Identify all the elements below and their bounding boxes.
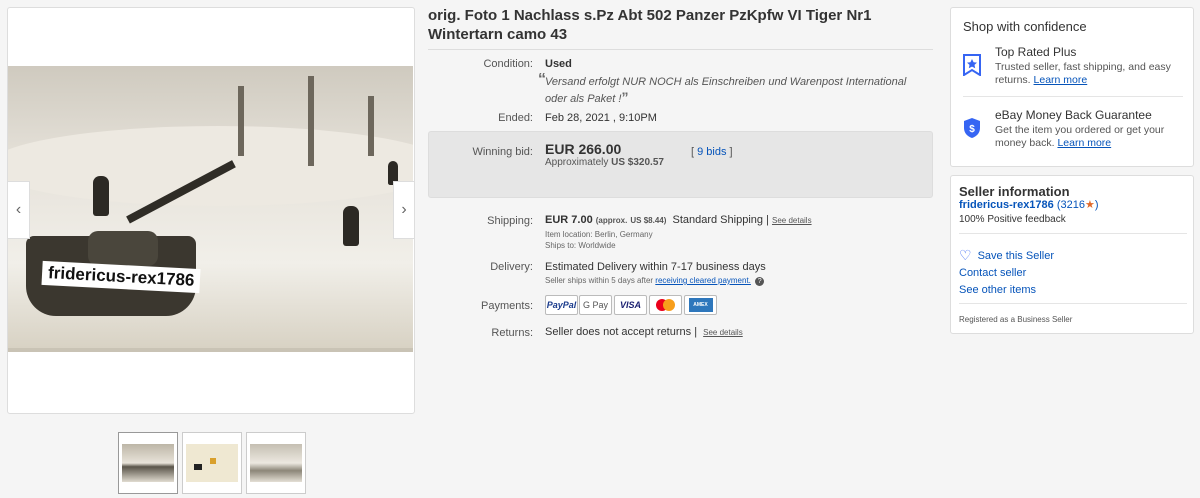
amex-icon: AMEX (684, 295, 717, 315)
condition-label: Condition: (483, 58, 533, 70)
ended-value: Feb 28, 2021 , 9:10PM (545, 112, 657, 124)
seller-name-row: fridericus-rex1786 (3216★) (959, 198, 1099, 211)
save-seller-label: Save this Seller (977, 249, 1054, 262)
top-rated-text: Trusted seller, fast shipping, and easy … (995, 61, 1185, 87)
positive-feedback: 100% Positive feedback (959, 214, 1066, 225)
next-image-button[interactable]: › (393, 181, 415, 239)
registered-business-seller: Registered as a Business Seller (959, 315, 1073, 324)
ended-label: Ended: (498, 112, 533, 124)
condition-note-text: Versand erfolgt NUR NOCH als Einschreibe… (545, 76, 907, 105)
shipping-row: EUR 7.00 (approx. US $8.44) Standard Shi… (545, 214, 812, 226)
confidence-title: Shop with confidence (963, 19, 1087, 34)
see-other-items-link[interactable]: See other items (959, 284, 1036, 296)
returns-value: Seller does not accept returns | (545, 326, 698, 338)
seller-divider-2 (959, 303, 1187, 304)
mbg-title: eBay Money Back Guarantee (995, 108, 1152, 122)
shipping-cost: EUR 7.00 (545, 214, 593, 226)
mastercard-icon (649, 295, 682, 315)
thumbnail-strip (118, 432, 306, 494)
visa-icon: VISA (614, 295, 647, 315)
shipping-method: Standard Shipping | (672, 214, 769, 226)
returns-row: Seller does not accept returns | See det… (545, 326, 743, 338)
winning-bid-box (428, 131, 933, 198)
seller-divider-1 (959, 233, 1187, 234)
delivery-value: Estimated Delivery within 7-17 business … (545, 261, 766, 273)
shipping-label: Shipping: (487, 215, 533, 227)
mbg-text: Get the item you ordered or get your mon… (995, 124, 1185, 150)
help-icon[interactable]: ? (755, 277, 765, 286)
heart-icon: ♡ (959, 247, 972, 263)
seller-feedback-score[interactable]: (3216 (1057, 199, 1085, 211)
shipping-see-details-link[interactable]: See details (772, 216, 812, 225)
title-divider (428, 49, 933, 50)
thumbnail-3[interactable] (246, 432, 306, 494)
chevron-left-icon: ‹ (15, 201, 22, 218)
delivery-label: Delivery: (490, 261, 533, 273)
returns-label: Returns: (491, 327, 533, 339)
approx-value: US $320.57 (611, 157, 664, 168)
thumbnail-2[interactable] (182, 432, 242, 494)
condition-value: Used (545, 58, 572, 70)
bids-link[interactable]: 9 bids (697, 146, 726, 158)
returns-see-details-link[interactable]: See details (703, 328, 743, 337)
delivery-note: Seller ships within 5 days after receivi… (545, 276, 765, 286)
approx-price: Approximately US $320.57 (545, 157, 664, 168)
winning-bid-value: EUR 266.00 (545, 141, 622, 157)
top-rated-title: Top Rated Plus (995, 45, 1077, 59)
prev-image-button[interactable]: ‹ (8, 181, 30, 239)
contact-seller-link[interactable]: Contact seller (959, 267, 1026, 279)
star-icon: ★ (1084, 199, 1095, 211)
item-location: Item location: Berlin, Germany (545, 230, 653, 239)
seller-info-panel: Seller information fridericus-rex1786 (3… (950, 175, 1194, 334)
bids-count: [ 9 bids ] (691, 146, 733, 158)
shield-icon: $ (963, 117, 981, 139)
cleared-payment-link[interactable]: receiving cleared payment. (655, 276, 751, 285)
winning-bid-label: Winning bid: (472, 146, 533, 158)
top-rated-icon (963, 54, 981, 76)
shop-with-confidence-panel: Shop with confidence Top Rated Plus Trus… (950, 7, 1194, 167)
approx-label: Approximately (545, 157, 609, 168)
seller-feedback-score-close: ) (1094, 199, 1099, 211)
save-seller-button[interactable]: ♡ Save this Seller (959, 247, 1054, 264)
ships-to: Ships to: Worldwide (545, 241, 616, 250)
top-rated-learn-more-link[interactable]: Learn more (1034, 74, 1088, 86)
paypal-icon: PayPal (545, 295, 578, 315)
shipping-approx: (approx. (595, 216, 628, 225)
mbg-learn-more-link[interactable]: Learn more (1057, 137, 1111, 149)
main-item-photo[interactable] (8, 66, 413, 352)
shipping-approx-us: US $8.44) (630, 216, 667, 225)
delivery-note-text: Seller ships within 5 days after (545, 276, 654, 285)
payments-label: Payments: (481, 300, 533, 312)
item-title: orig. Foto 1 Nachlass s.Pz Abt 502 Panze… (428, 7, 872, 43)
seller-info-title: Seller information (959, 184, 1070, 199)
chevron-right-icon: › (401, 201, 407, 218)
condition-note: Versand erfolgt NUR NOCH als Einschreibe… (545, 75, 930, 107)
seller-name-link[interactable]: fridericus-rex1786 (959, 199, 1054, 211)
svg-text:$: $ (969, 124, 975, 135)
close-quote-icon: ” (621, 89, 629, 105)
thumbnail-1[interactable] (118, 432, 178, 494)
confidence-divider (963, 96, 1183, 97)
gpay-icon: G Pay (579, 295, 612, 315)
